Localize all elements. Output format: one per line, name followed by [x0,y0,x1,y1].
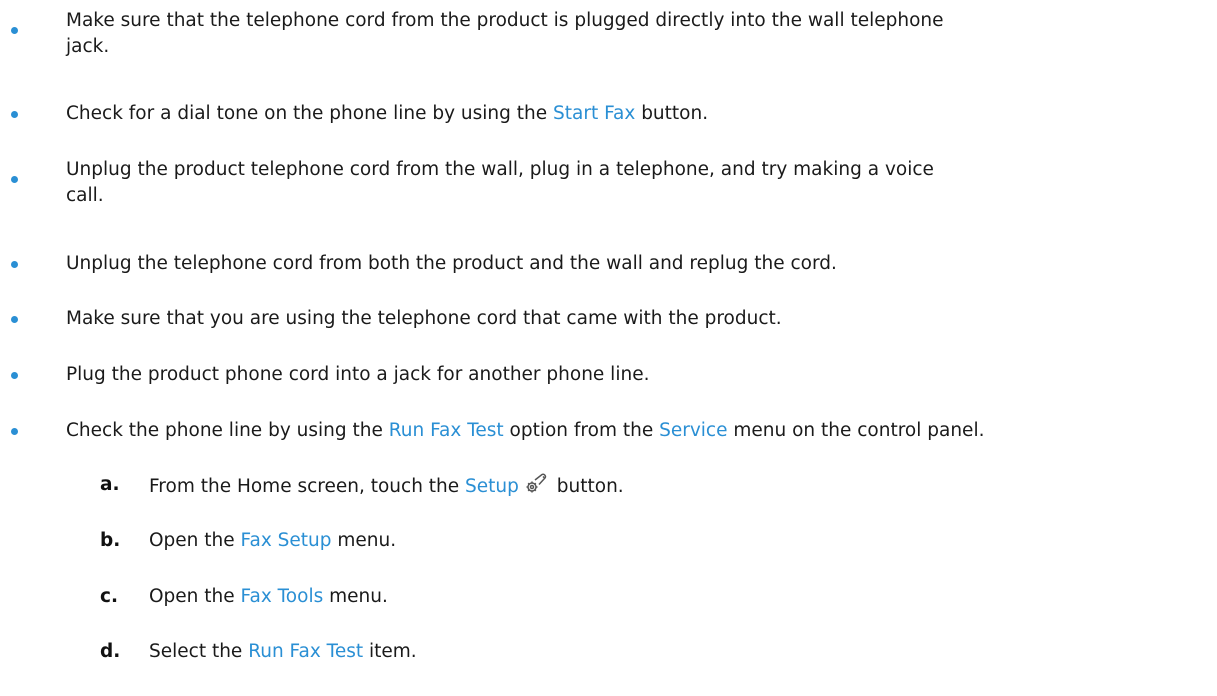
run-fax-test-item-link: Run Fax Test [248,641,364,662]
bullet-text: Make sure that you are using the telepho… [66,308,782,329]
bullet-text: Check the phone line by using the Run Fa… [66,420,985,441]
step-text: From the Home screen, touch the Setup bu… [149,472,1209,504]
step-letter: c. [100,586,118,607]
setup-link: Setup [465,476,519,497]
bullet-text: Unplug the product telephone cord from t… [66,157,1206,209]
bullet-text: Check for a dial tone on the phone line … [66,103,709,124]
service-menu-link: Service [659,420,728,441]
bullet-text: Make sure that the telephone cord from t… [66,8,1206,60]
bullet-dot [11,261,18,268]
step-letter: d. [100,641,121,662]
bullet-text-line: jack. [66,36,110,57]
fax-tools-link: Fax Tools [240,586,324,607]
run-fax-test-link: Run Fax Test [388,420,504,441]
wrench-gear-icon [524,472,548,504]
bullet-text-line: Make sure that the telephone cord from t… [66,10,944,31]
step-letter: b. [100,530,121,551]
bullet-dot [11,316,18,323]
fax-setup-link: Fax Setup [240,530,332,551]
bullet-dot [11,428,18,435]
bullet-text-line: Unplug the product telephone cord from t… [66,159,934,180]
bullet-dot [11,372,18,379]
step-text: Open the Fax Setup menu. [149,530,397,551]
bullet-dot [11,111,18,118]
bullet-text: Plug the product phone cord into a jack … [66,364,650,385]
bullet-dot [11,176,18,183]
bullet-dot [11,27,18,34]
start-fax-link: Start Fax [553,103,636,124]
step-text: Select the Run Fax Test item. [149,641,417,662]
step-letter: a. [100,474,120,495]
step-text: Open the Fax Tools menu. [149,586,388,607]
bullet-text-line: call. [66,185,104,206]
bullet-text: Unplug the telephone cord from both the … [66,253,837,274]
